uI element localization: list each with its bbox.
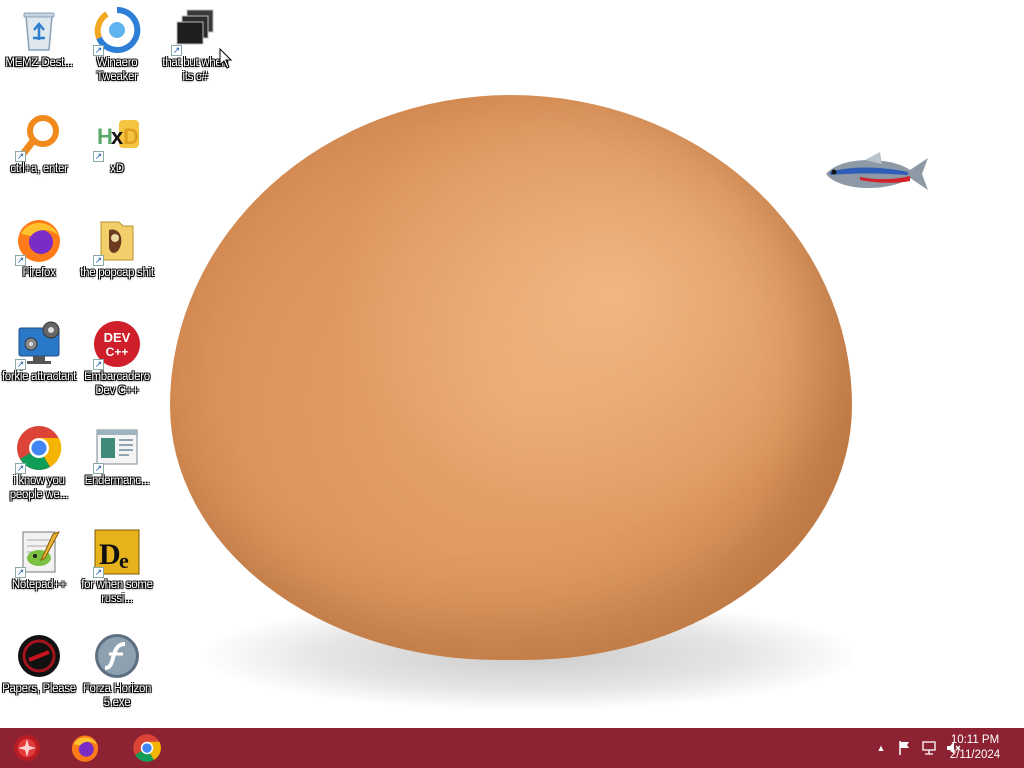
de-app-icon: D e ↗	[93, 528, 141, 578]
fish-sprite	[826, 152, 928, 190]
desktop-icon-i-know-you-people[interactable]: ↗ i know you people we...	[0, 418, 78, 502]
system-tray: ▲ 10:11 PM 2/11/2024	[824, 728, 1024, 768]
taskbar-clock[interactable]: 10:11 PM 2/11/2024	[940, 733, 1010, 763]
clock-date: 2/11/2024	[949, 749, 1001, 761]
desktop-icon-label: i know you people we...	[9, 475, 69, 501]
desktop-icon-forza-horizon-5[interactable]: Forza Horizon 5.exe	[78, 626, 156, 710]
shortcut-arrow-icon: ↗	[93, 255, 104, 266]
devcpp-logo-line1: DEV	[104, 330, 131, 345]
shortcut-arrow-icon: ↗	[171, 45, 182, 56]
shortcut-arrow-icon: ↗	[93, 567, 104, 578]
shortcut-arrow-icon: ↗	[93, 45, 104, 56]
desktop[interactable]: MEMZ-Dest... ↗ ctrl+a, enter ↗ Firefox ↗…	[0, 0, 1024, 728]
desktop-icon-label: the popcap shit	[80, 267, 154, 279]
taskbar: ▲ 10:11 PM 2/11/2024	[0, 728, 1024, 768]
chrome-icon	[133, 734, 161, 762]
desktop-icon-label: Papers, Please	[2, 683, 76, 695]
shortcut-arrow-icon: ↗	[93, 151, 104, 162]
desktop-icon-memz-destructive[interactable]: MEMZ-Dest...	[0, 0, 78, 70]
start-orb-icon	[14, 735, 40, 761]
start-button[interactable]	[2, 732, 52, 764]
desktop-icon-label: MEMZ-Dest...	[5, 57, 73, 69]
desktop-icon-winaero-tweaker[interactable]: ↗ Winaero Tweaker	[78, 0, 156, 84]
desktop-icon-notepad-plus-plus[interactable]: ↗ Notepad++	[0, 522, 78, 592]
svg-text:e: e	[119, 548, 129, 573]
chrome-icon: ↗	[15, 424, 63, 474]
desktop-icon-label: for when some russi...	[81, 579, 153, 605]
notepadpp-icon: ↗	[15, 528, 63, 578]
desktop-icon-label: Forza Horizon 5.exe	[82, 683, 152, 709]
devcpp-logo-line2: C++	[106, 345, 129, 359]
shortcut-arrow-icon: ↗	[93, 463, 104, 474]
shortcut-arrow-icon: ↗	[93, 359, 104, 370]
desktop-icon-papers-please[interactable]: Papers, Please	[0, 626, 78, 696]
winaero-icon: ↗	[93, 6, 141, 56]
recycle-bin-icon	[15, 6, 63, 54]
desktop-icon-label: xD	[110, 163, 124, 175]
desktop-icon-label: Embarcadero Dev C++	[84, 371, 150, 397]
desktop-icon-label: forkie attractant	[1, 371, 77, 383]
clock-time: 10:11 PM	[950, 734, 1000, 746]
desktop-icon-that-but-when-its-csharp[interactable]: ↗ that but when its c#	[156, 0, 234, 84]
network-icon[interactable]	[921, 740, 937, 756]
shortcut-arrow-icon: ↗	[15, 255, 26, 266]
devcpp-icon: DEV C++ ↗	[93, 320, 141, 370]
desktop-icon-label: ctrl+a, enter	[10, 163, 68, 175]
flash-icon	[93, 632, 141, 680]
firefox-icon: ↗	[15, 216, 63, 266]
desktop-icon-the-popcap-shit[interactable]: ↗ the popcap shit	[78, 210, 156, 280]
mouse-cursor-icon	[219, 48, 233, 69]
svg-text:D: D	[123, 124, 139, 149]
show-hidden-icons-chevron-icon[interactable]: ▲	[873, 740, 889, 756]
desktop-icon-label: Endermanc...	[84, 475, 150, 487]
papers-please-icon	[15, 632, 63, 680]
stacked-windows-icon: ↗	[171, 6, 219, 56]
taskbar-chrome[interactable]	[122, 732, 172, 764]
desktop-icon-endermanch[interactable]: ↗ Endermanc...	[78, 418, 156, 488]
firefox-icon	[71, 735, 99, 762]
desktop-icon-embarcadero-dev-cpp[interactable]: DEV C++ ↗ Embarcadero Dev C++	[78, 314, 156, 398]
desktop-icon-label: Winaero Tweaker	[96, 57, 138, 83]
desktop-icon-xd[interactable]: H x D ↗ xD	[78, 106, 156, 176]
action-center-flag-icon[interactable]	[897, 740, 913, 756]
wallpaper-egg	[170, 95, 852, 660]
monitor-gear-icon: ↗	[15, 320, 63, 370]
window-app-icon: ↗	[93, 424, 141, 474]
desktop-icon-firefox[interactable]: ↗ Firefox	[0, 210, 78, 280]
shortcut-arrow-icon: ↗	[15, 359, 26, 370]
desktop-icon-label: Notepad++	[11, 579, 67, 591]
taskbar-firefox[interactable]	[60, 732, 110, 764]
shortcut-arrow-icon: ↗	[15, 151, 26, 162]
desktop-icon-for-when-some-russian[interactable]: D e ↗ for when some russi...	[78, 522, 156, 606]
desktop-icon-ctrl-a-enter[interactable]: ↗ ctrl+a, enter	[0, 106, 78, 176]
shortcut-arrow-icon: ↗	[15, 463, 26, 474]
desktop-icon-forkie-attractant[interactable]: ↗ forkie attractant	[0, 314, 78, 384]
magnifier-icon: ↗	[15, 112, 63, 162]
desktop-icon-label: Firefox	[22, 267, 56, 279]
shortcut-arrow-icon: ↗	[15, 567, 26, 578]
hxd-icon: H x D ↗	[93, 112, 141, 162]
folder-icon: ↗	[93, 216, 141, 266]
